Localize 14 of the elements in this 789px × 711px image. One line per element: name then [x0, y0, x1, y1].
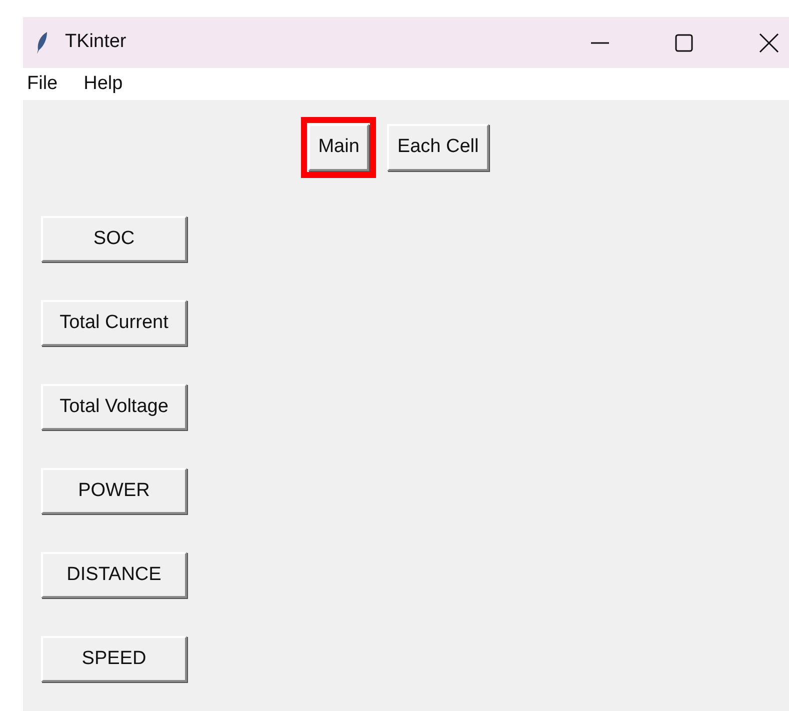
menu-item[interactable]: Help [84, 70, 123, 98]
maximize-icon[interactable] [675, 34, 693, 52]
action-button[interactable]: DISTANCE [41, 552, 187, 598]
action-button[interactable]: Total Current [41, 300, 187, 346]
tab-button[interactable]: Each Cell [387, 124, 489, 171]
action-button[interactable]: SOC [41, 216, 187, 262]
feather-icon [35, 30, 49, 54]
action-button[interactable]: SPEED [41, 636, 187, 682]
close-icon[interactable] [759, 32, 779, 52]
action-button[interactable]: POWER [41, 468, 187, 514]
window-title: TKinter [65, 30, 126, 54]
tab-button[interactable]: Main [308, 124, 370, 171]
action-button[interactable]: Total Voltage [41, 384, 187, 430]
menu-item[interactable]: File [27, 70, 58, 98]
